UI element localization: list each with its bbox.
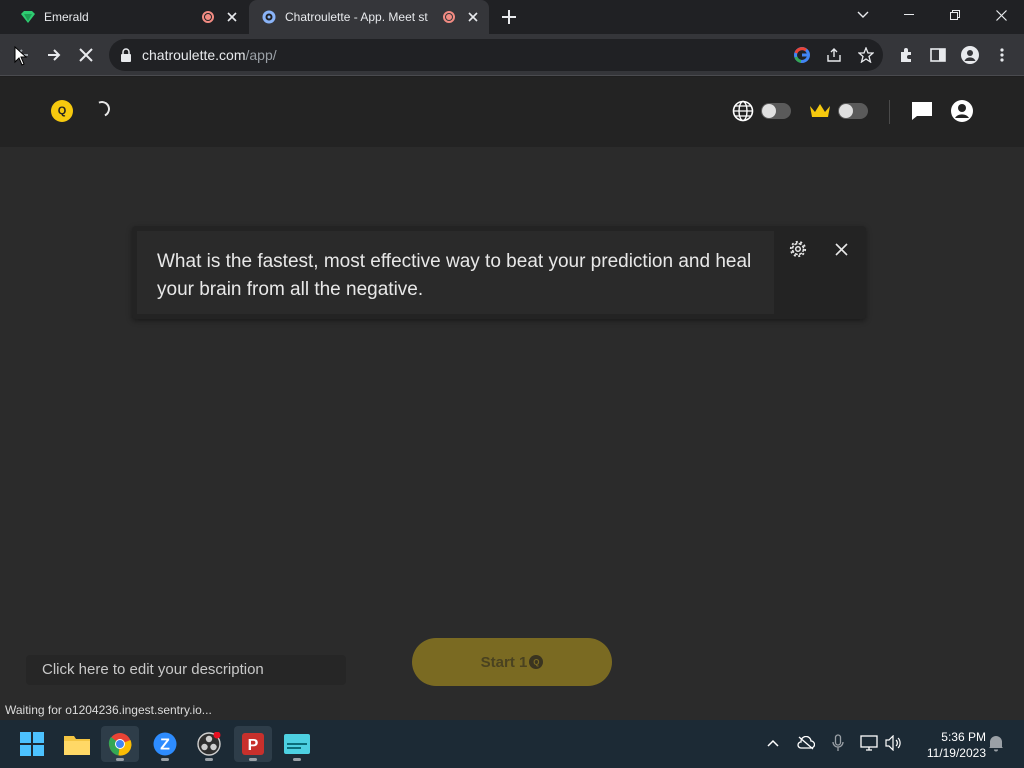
browser-toolbar: chatroulette.com/app/ — [0, 34, 1024, 76]
file-explorer-icon[interactable] — [58, 726, 96, 762]
chrome-icon[interactable] — [101, 726, 139, 762]
svg-text:P: P — [248, 737, 259, 754]
url-path: /app/ — [245, 47, 277, 63]
close-tab-icon[interactable] — [224, 9, 240, 25]
close-icon[interactable] — [830, 238, 852, 260]
minimize-button[interactable] — [886, 0, 932, 30]
windows-taskbar: Z P 5:36 PM 11/19/2023 — [0, 720, 1024, 768]
start-button[interactable]: Start 1 Q — [412, 638, 612, 686]
media-app-icon[interactable] — [278, 726, 316, 762]
pdf-app-icon[interactable]: P — [234, 726, 272, 762]
web-page: Q What is the fastest, most effective wa… — [0, 77, 1024, 720]
tab-search-button[interactable] — [840, 0, 886, 30]
chat-icon[interactable] — [910, 99, 934, 123]
bookmark-star-icon[interactable] — [856, 45, 876, 65]
language-toggle[interactable] — [761, 103, 791, 119]
active-indicator — [116, 758, 124, 761]
app-header: Q — [0, 77, 1024, 147]
forward-button[interactable] — [40, 41, 68, 69]
mouse-cursor-icon — [14, 46, 28, 66]
google-lens-icon[interactable] — [792, 45, 812, 65]
chatroulette-icon — [261, 9, 277, 25]
loading-spinner-icon — [91, 98, 113, 120]
zoom-icon[interactable]: Z — [146, 726, 184, 762]
prompt-text: What is the fastest, most effective way … — [157, 251, 752, 300]
toggle-knob — [839, 104, 853, 118]
windows-start-icon[interactable] — [13, 726, 51, 762]
notification-bell-icon[interactable] — [985, 732, 1007, 754]
clock-date: 11/19/2023 — [926, 746, 986, 760]
globe-icon[interactable] — [731, 99, 755, 123]
start-label: Start 1 — [480, 653, 528, 671]
obs-studio-icon[interactable] — [190, 726, 228, 762]
tab-emerald[interactable]: Emerald — [8, 0, 248, 34]
prompt-text-area: What is the fastest, most effective way … — [137, 231, 774, 314]
svg-text:Z: Z — [160, 737, 170, 754]
app-logo[interactable]: Q — [51, 100, 73, 122]
url-domain: chatroulette.com — [142, 47, 246, 63]
prompt-card: What is the fastest, most effective way … — [132, 226, 866, 319]
close-tab-icon[interactable] — [465, 9, 481, 25]
cloud-offline-icon[interactable] — [795, 732, 817, 754]
browser-status-bar: Waiting for o1204236.ingest.sentry.io... — [0, 700, 340, 720]
gear-icon[interactable] — [787, 238, 809, 260]
volume-icon[interactable] — [883, 732, 905, 754]
recording-indicator-icon — [202, 11, 214, 23]
network-icon[interactable] — [858, 732, 880, 754]
tab-title: Emerald — [44, 10, 89, 24]
account-icon[interactable] — [950, 99, 974, 123]
clock-time: 5:36 PM — [941, 730, 986, 744]
recording-indicator-icon — [443, 11, 455, 23]
premium-toggle[interactable] — [838, 103, 868, 119]
stop-loading-button[interactable] — [72, 41, 100, 69]
extensions-puzzle-icon[interactable] — [892, 41, 920, 69]
coin-icon: Q — [529, 655, 544, 669]
restore-button[interactable] — [932, 0, 978, 30]
new-tab-button[interactable] — [499, 7, 519, 27]
running-indicator — [293, 758, 301, 761]
tab-title: Chatroulette - App. Meet st — [285, 10, 428, 24]
system-clock[interactable]: 5:36 PM 11/19/2023 — [914, 729, 986, 761]
address-bar[interactable]: chatroulette.com/app/ — [109, 39, 883, 71]
header-divider — [889, 100, 890, 124]
share-icon[interactable] — [824, 45, 844, 65]
toggle-knob — [762, 104, 776, 118]
running-indicator — [161, 758, 169, 761]
close-window-button[interactable] — [978, 0, 1024, 30]
browser-menu-icon[interactable] — [988, 41, 1016, 69]
url-text: chatroulette.com/app/ — [142, 47, 277, 63]
lock-icon — [120, 48, 132, 62]
chevron-up-icon[interactable] — [762, 732, 784, 754]
tab-chatroulette[interactable]: Chatroulette - App. Meet st — [249, 0, 489, 34]
profile-icon[interactable] — [956, 41, 984, 69]
microphone-icon[interactable] — [827, 732, 849, 754]
running-indicator — [249, 758, 257, 761]
emerald-gem-icon — [20, 9, 36, 25]
browser-tab-strip: Emerald Chatroulette - App. Meet st — [0, 0, 1024, 34]
crown-icon[interactable] — [808, 99, 832, 123]
side-panel-icon[interactable] — [924, 41, 952, 69]
running-indicator — [205, 758, 213, 761]
description-field[interactable]: Click here to edit your description — [26, 655, 346, 685]
